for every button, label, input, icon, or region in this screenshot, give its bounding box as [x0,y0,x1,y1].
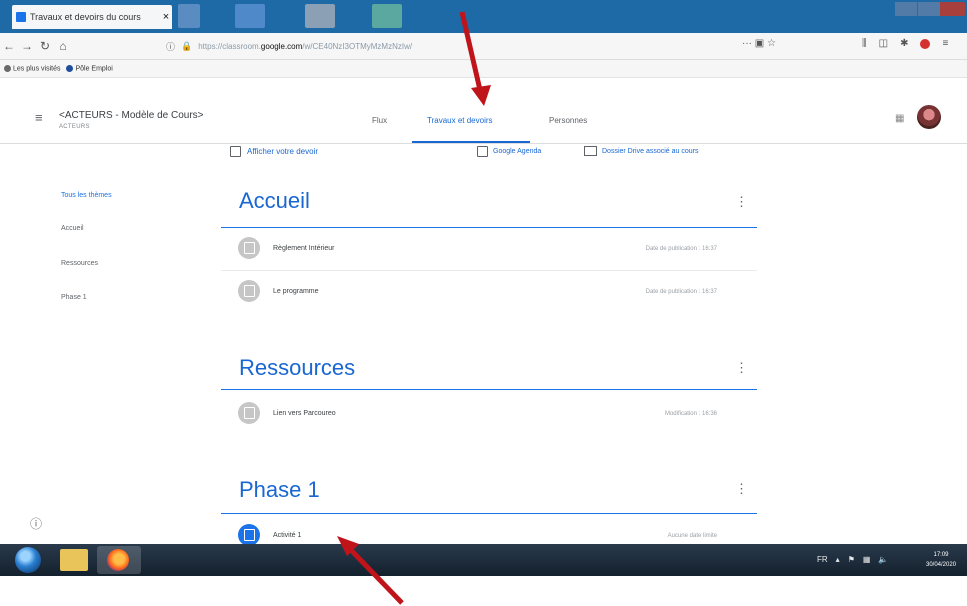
arrow-pointing-activity [337,536,404,605]
annotation-arrows [337,11,491,605]
arrow-pointing-tab [459,11,491,106]
